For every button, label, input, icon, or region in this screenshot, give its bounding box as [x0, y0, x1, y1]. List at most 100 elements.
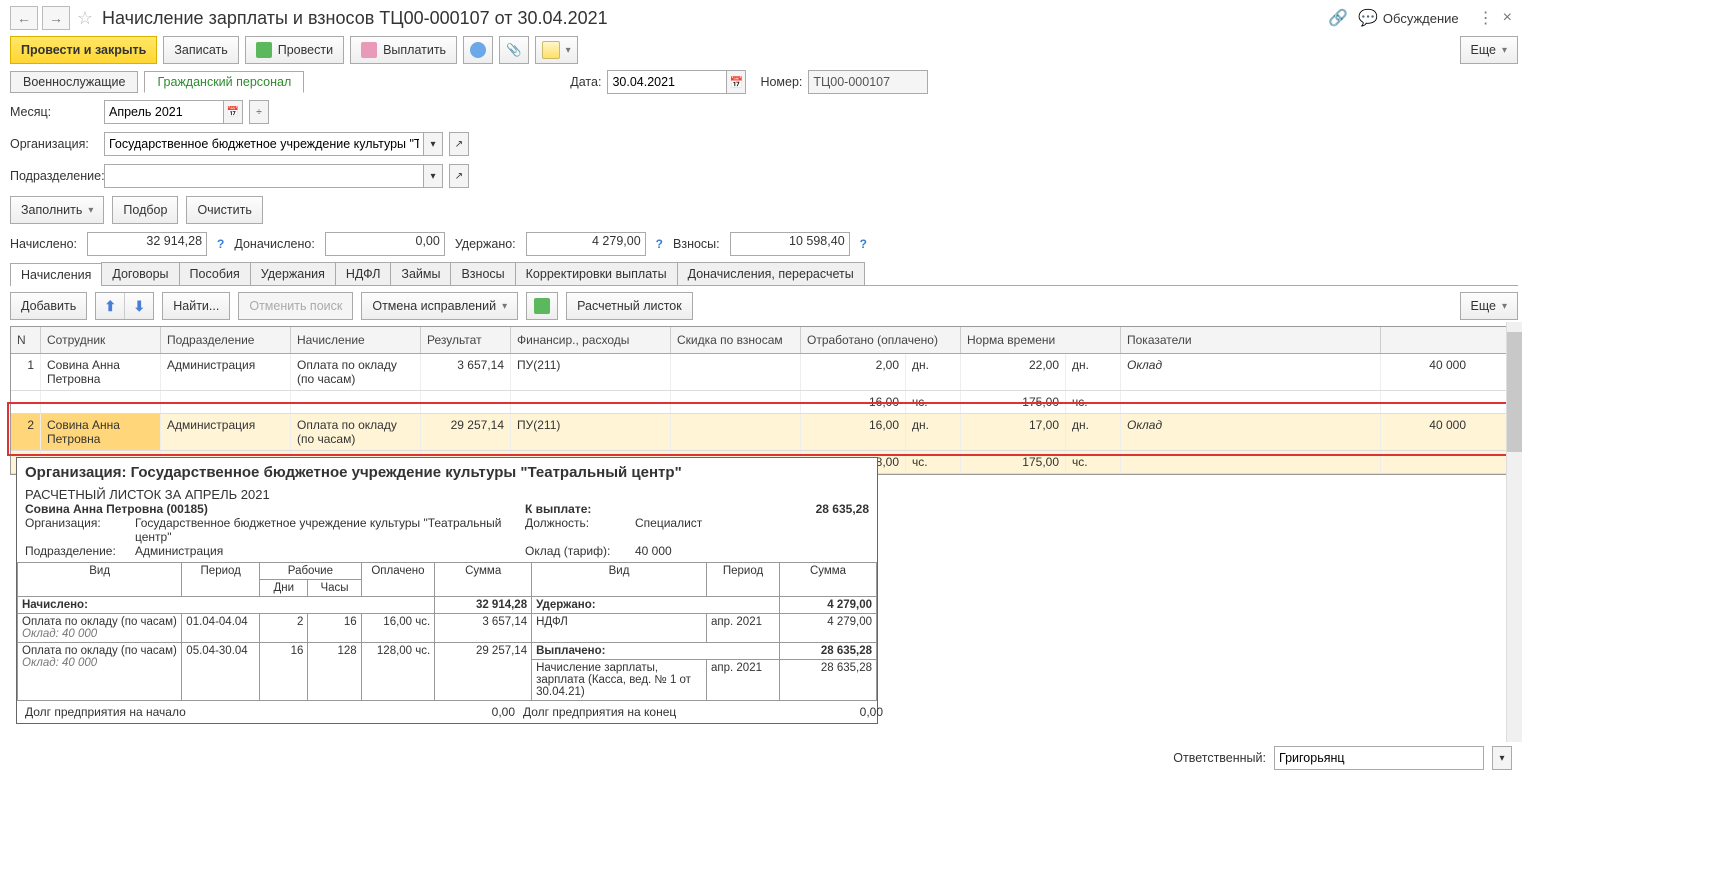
payslip-button[interactable]: Расчетный листок — [566, 292, 693, 320]
grid-more-button[interactable]: Еще — [1460, 292, 1518, 320]
tab-ndfl[interactable]: НДФЛ — [335, 262, 392, 285]
vertical-scrollbar[interactable] — [1506, 322, 1522, 742]
extra-label: Доначислено: — [234, 237, 314, 251]
back-button[interactable]: ← — [10, 6, 38, 30]
col-employee[interactable]: Сотрудник — [41, 327, 161, 353]
tab-civilian[interactable]: Гражданский персонал — [144, 71, 304, 93]
col-finance[interactable]: Финансир., расходы — [511, 327, 671, 353]
month-calendar-icon[interactable]: 📅 — [224, 100, 243, 124]
payslip-person: Совина Анна Петровна (00185) — [25, 502, 525, 516]
col-n[interactable]: N — [11, 327, 41, 353]
move-down-button[interactable]: ⬇ — [125, 293, 153, 319]
tab-military[interactable]: Военнослужащие — [10, 71, 138, 93]
number-label: Номер: — [760, 75, 802, 89]
responsible-input[interactable] — [1274, 746, 1484, 770]
pay-icon — [361, 42, 377, 58]
contrib-value[interactable]: 10 598,40 — [730, 232, 850, 256]
extra-value[interactable]: 0,00 — [325, 232, 445, 256]
month-stepper[interactable]: ÷ — [249, 100, 269, 124]
command-bar: Провести и закрыть Записать Провести Вып… — [6, 32, 1522, 68]
move-up-button[interactable]: ⬆ — [96, 293, 125, 319]
accrued-value[interactable]: 32 914,28 — [87, 232, 207, 256]
payslip-org-title: Организация: Государственное бюджетное у… — [17, 458, 877, 483]
org-open-icon[interactable]: ↗ — [449, 132, 469, 156]
contrib-label: Взносы: — [673, 237, 720, 251]
tab-corrections[interactable]: Корректировки выплаты — [515, 262, 678, 285]
withheld-label: Удержано: — [455, 237, 516, 251]
post-button[interactable]: Провести — [245, 36, 344, 64]
col-accrual[interactable]: Начисление — [291, 327, 421, 353]
fill-button[interactable]: Заполнить — [10, 196, 104, 224]
find-button[interactable]: Найти... — [162, 292, 230, 320]
help-icon[interactable]: ? — [860, 237, 867, 251]
section-tabs: Начисления Договоры Пособия Удержания НД… — [10, 262, 1518, 286]
report-icon — [470, 42, 486, 58]
col-result[interactable]: Результат — [421, 327, 511, 353]
post-and-close-button[interactable]: Провести и закрыть — [10, 36, 157, 64]
payslip-subtitle: РАСЧЕТНЫЙ ЛИСТОК ЗА АПРЕЛЬ 2021 — [25, 487, 869, 502]
table-row-selected[interactable]: 2 Совина Анна Петровна Администрация Опл… — [11, 414, 1517, 451]
save-button[interactable]: Записать — [163, 36, 238, 64]
help-icon[interactable]: ? — [656, 237, 663, 251]
payslip-footer: Долг предприятия на начало 0,00 Долг пре… — [17, 701, 877, 723]
month-input[interactable] — [104, 100, 224, 124]
date-label: Дата: — [570, 75, 601, 89]
dep-open-icon[interactable]: ↗ — [449, 164, 469, 188]
more-button[interactable]: Еще — [1460, 36, 1518, 64]
grid-icon — [534, 298, 550, 314]
dep-label: Подразделение: — [10, 169, 98, 183]
tab-recalc[interactable]: Доначисления, перерасчеты — [677, 262, 865, 285]
forward-button[interactable]: → — [42, 6, 70, 30]
link-icon[interactable]: 🔗 — [1327, 7, 1349, 29]
cancel-search-button[interactable]: Отменить поиск — [238, 292, 353, 320]
discussion-link[interactable]: Обсуждение — [1383, 11, 1459, 26]
totals-row: Начислено: 32 914,28 ? Доначислено: 0,00… — [6, 228, 1522, 260]
report-button[interactable] — [463, 36, 493, 64]
clear-button[interactable]: Очистить — [186, 196, 262, 224]
window-title: Начисление зарплаты и взносов ТЦ00-00010… — [102, 8, 608, 29]
table-row[interactable]: 1 Совина Анна Петровна Администрация Опл… — [11, 354, 1517, 391]
tab-loans[interactable]: Займы — [390, 262, 451, 285]
tab-contrib[interactable]: Взносы — [450, 262, 515, 285]
add-row-button[interactable]: Добавить — [10, 292, 87, 320]
date-input[interactable] — [607, 70, 727, 94]
number-input[interactable] — [808, 70, 928, 94]
person-type-tabs: Военнослужащие Гражданский персонал Дата… — [6, 68, 1522, 96]
tab-benefits[interactable]: Пособия — [179, 262, 251, 285]
chat-icon[interactable]: 💬 — [1357, 7, 1379, 29]
favorite-star-icon[interactable]: ☆ — [74, 7, 96, 29]
col-indicators[interactable]: Показатели — [1121, 327, 1381, 353]
col-dep[interactable]: Подразделение — [161, 327, 291, 353]
table-row[interactable]: 16,00 чс. 175,00 чс. — [11, 391, 1517, 414]
to-pay-label: К выплате: — [525, 502, 645, 516]
accruals-grid[interactable]: N Сотрудник Подразделение Начисление Рез… — [10, 326, 1518, 475]
month-label: Месяц: — [10, 105, 98, 119]
org-dropdown-icon[interactable]: ▾ — [424, 132, 443, 156]
responsible-dropdown-icon[interactable]: ▾ — [1492, 746, 1512, 770]
help-icon[interactable]: ? — [217, 237, 224, 251]
grid-settings-button[interactable] — [526, 292, 558, 320]
withheld-value[interactable]: 4 279,00 — [526, 232, 646, 256]
col-norm[interactable]: Норма времени — [961, 327, 1121, 353]
dep-dropdown-icon[interactable]: ▾ — [424, 164, 443, 188]
org-input[interactable] — [104, 132, 424, 156]
pay-button[interactable]: Выплатить — [350, 36, 457, 64]
post-icon — [256, 42, 272, 58]
payslip-panel: Организация: Государственное бюджетное у… — [16, 457, 878, 724]
col-discount[interactable]: Скидка по взносам — [671, 327, 801, 353]
kebab-icon[interactable]: ⋮ — [1475, 7, 1497, 29]
close-button[interactable]: × — [1497, 9, 1518, 27]
create-from-button[interactable] — [535, 36, 578, 64]
calendar-icon[interactable]: 📅 — [727, 70, 746, 94]
pick-button[interactable]: Подбор — [112, 196, 178, 224]
tab-deductions[interactable]: Удержания — [250, 262, 336, 285]
attach-button[interactable]: 📎 — [499, 36, 529, 64]
col-worked[interactable]: Отработано (оплачено) — [801, 327, 961, 353]
clip-icon: 📎 — [506, 43, 522, 58]
dep-input[interactable] — [104, 164, 424, 188]
cancel-fix-button[interactable]: Отмена исправлений — [361, 292, 518, 320]
tab-accruals[interactable]: Начисления — [10, 263, 102, 286]
responsible-label: Ответственный: — [1173, 751, 1266, 765]
col-value — [1381, 327, 1517, 353]
tab-contracts[interactable]: Договоры — [101, 262, 179, 285]
